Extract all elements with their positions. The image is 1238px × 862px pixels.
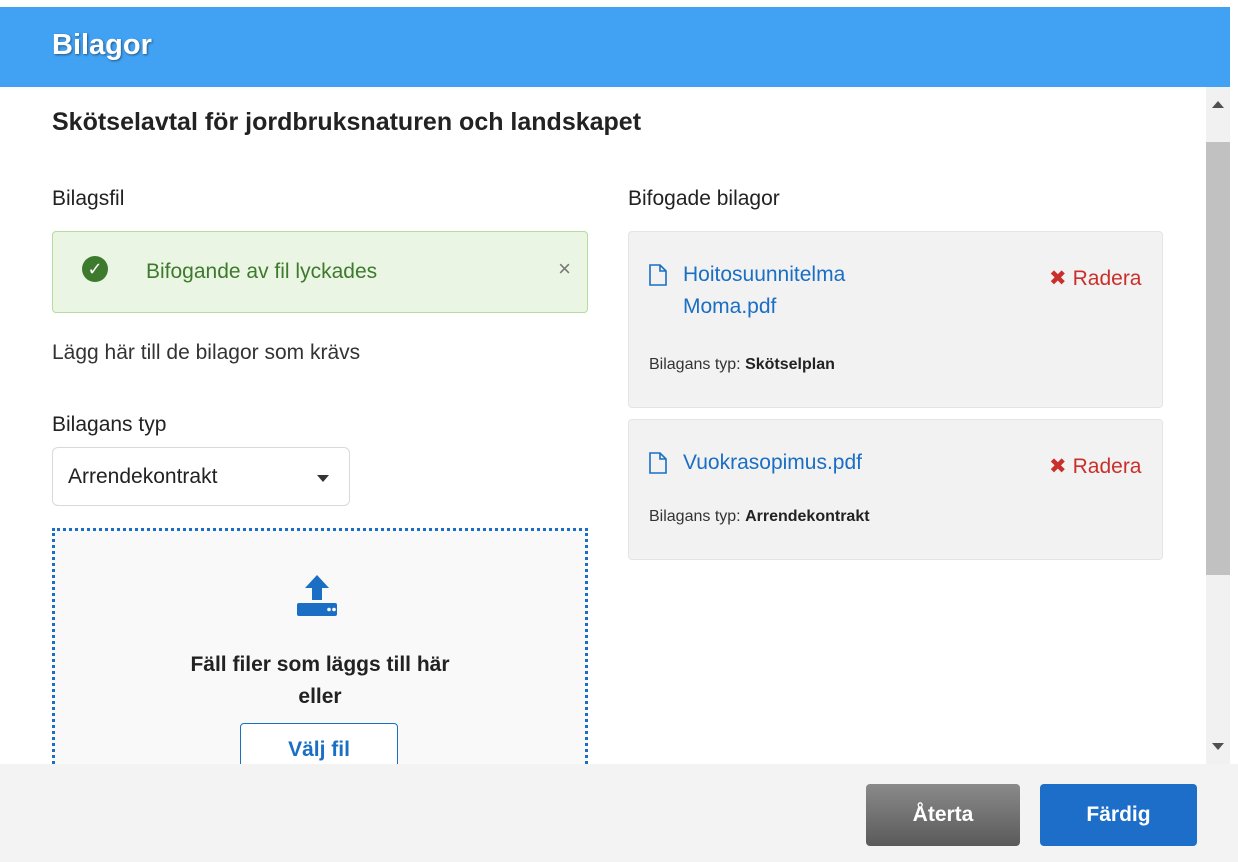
- file-dropzone[interactable]: Fäll filer som läggs till här eller Välj…: [52, 528, 588, 764]
- alert-message: Bifogande av fil lyckades: [146, 260, 378, 283]
- delete-label: Radera: [1072, 455, 1142, 478]
- delete-label: Radera: [1072, 267, 1142, 290]
- help-text: Lägg här till de bilagor som krävs: [52, 341, 361, 364]
- scroll-up-icon[interactable]: [1212, 101, 1224, 108]
- success-alert: ✓ Bifogande av fil lyckades ×: [52, 231, 588, 313]
- close-icon: ✖: [1049, 455, 1067, 478]
- close-icon: ✖: [1049, 267, 1067, 290]
- dialog-header: Bilagor: [0, 7, 1230, 87]
- attachment-name-line2: Moma.pdf: [683, 295, 777, 318]
- vertical-scrollbar[interactable]: [1206, 87, 1230, 764]
- scroll-thumb[interactable]: [1206, 142, 1230, 575]
- dialog-content: Skötselavtal för jordbruksnaturen och la…: [0, 87, 1206, 764]
- done-button[interactable]: Färdig: [1040, 784, 1197, 846]
- dialog-title: Bilagor: [52, 29, 152, 61]
- attachment-name-line1: Hoitosuunnitelma: [683, 263, 846, 286]
- check-circle-icon: ✓: [82, 256, 108, 282]
- dropzone-line2: eller: [298, 685, 342, 708]
- attachment-type-label: Bilagans typ:: [649, 508, 741, 525]
- file-icon: [649, 452, 667, 474]
- attachment-type-value: Arrendekontrakt: [745, 508, 870, 525]
- attachment-type: Bilagans typ: Skötselplan: [649, 356, 835, 374]
- attachment-name-line1: Vuokrasopimus.pdf: [683, 451, 862, 474]
- delete-button[interactable]: ✖ Radera: [1049, 266, 1142, 291]
- attachment-type-value: Arrendekontrakt: [68, 465, 218, 488]
- attachment-type-label: Bilagans typ: [52, 413, 167, 436]
- attachment-link[interactable]: Vuokrasopimus.pdf: [683, 447, 862, 479]
- file-icon: [649, 264, 667, 286]
- dropzone-text: Fäll filer som läggs till här eller: [55, 649, 585, 713]
- dialog-footer: Återta Färdig: [0, 764, 1238, 862]
- scroll-down-icon[interactable]: [1212, 743, 1224, 750]
- attachment-card: Hoitosuunnitelma Moma.pdf ✖ Radera Bilaga…: [628, 231, 1163, 408]
- attachment-type-label: Bilagans typ:: [649, 356, 741, 373]
- delete-button[interactable]: ✖ Radera: [1049, 454, 1142, 479]
- attachments-label: Bifogade bilagor: [628, 187, 780, 210]
- attachment-card: Vuokrasopimus.pdf ✖ Radera Bilagans typ: …: [628, 419, 1163, 560]
- section-title: Skötselavtal för jordbruksnaturen och la…: [52, 108, 642, 136]
- choose-file-button[interactable]: Välj fil: [240, 723, 398, 764]
- caret-down-icon: [317, 475, 329, 482]
- attachment-type: Bilagans typ: Arrendekontrakt: [649, 508, 870, 526]
- attachment-link[interactable]: Hoitosuunnitelma Moma.pdf: [683, 259, 845, 323]
- close-icon[interactable]: ×: [558, 256, 571, 282]
- attachment-type-value: Skötselplan: [745, 356, 835, 373]
- cancel-button[interactable]: Återta: [866, 784, 1020, 846]
- dropzone-line1: Fäll filer som läggs till här: [190, 653, 450, 676]
- attachment-type-select[interactable]: Arrendekontrakt: [52, 447, 350, 506]
- upload-label: Bilagsfil: [52, 187, 125, 210]
- upload-icon: [297, 575, 337, 616]
